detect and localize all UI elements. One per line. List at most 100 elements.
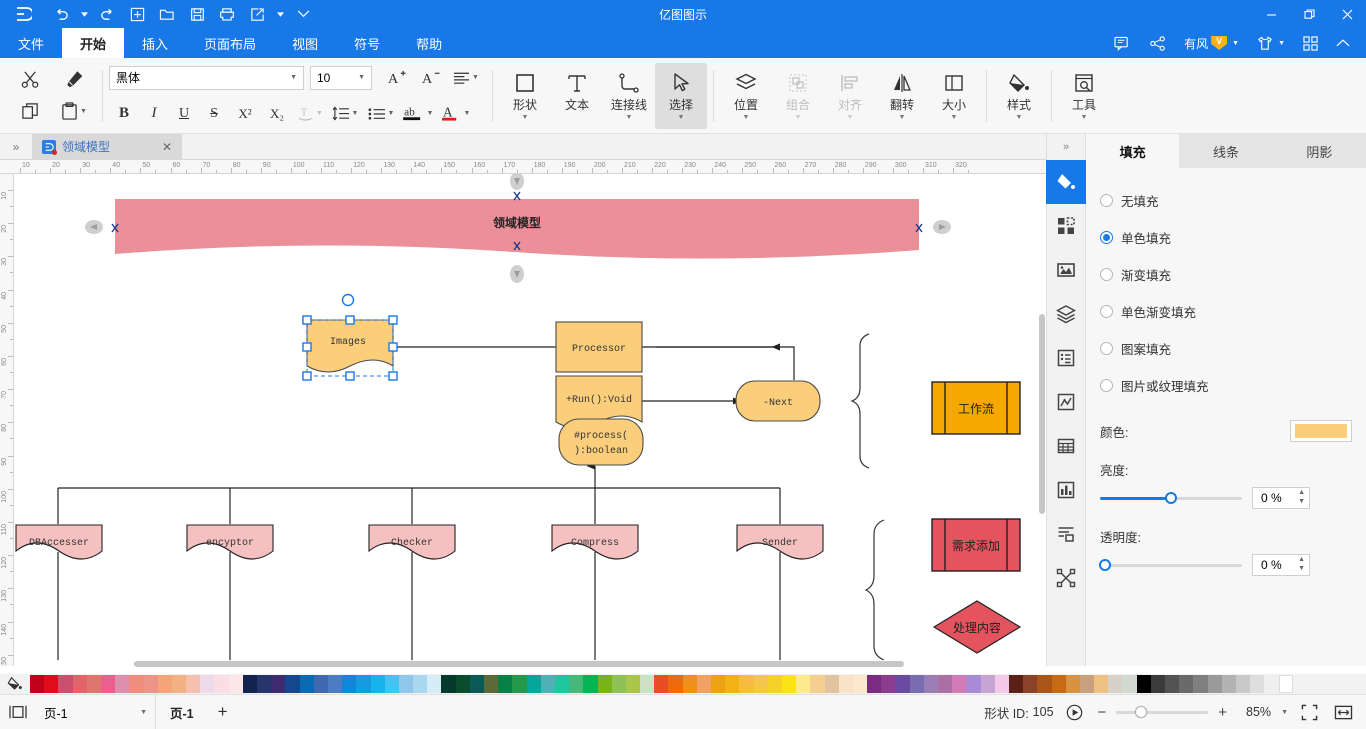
palette-swatch[interactable]	[370, 675, 385, 693]
workflow-node[interactable]: 工作流	[931, 381, 1021, 435]
palette-swatch[interactable]	[923, 675, 938, 693]
palette-swatch[interactable]	[271, 675, 286, 693]
page-tab-1[interactable]: 页-1	[156, 703, 208, 722]
requirement-add-node[interactable]: 需求添加	[931, 518, 1021, 572]
palette-swatch[interactable]	[569, 675, 584, 693]
palette-swatch[interactable]	[512, 675, 527, 693]
underline-button[interactable]: U	[169, 98, 199, 130]
page-select-dropdown[interactable]: 页-1 ▼	[36, 694, 156, 729]
process-content-node[interactable]: 处理内容	[932, 600, 1022, 654]
superscript-button[interactable]: X²	[229, 98, 261, 130]
palette-swatch[interactable]	[100, 675, 116, 693]
open-button[interactable]	[152, 0, 182, 28]
spin-up-icon[interactable]: ▲	[1298, 489, 1305, 496]
menu-item-view[interactable]: 视图	[274, 28, 336, 58]
palette-swatch[interactable]	[441, 675, 456, 693]
size-tool[interactable]: 大小 ▼	[928, 63, 980, 129]
tab-fill[interactable]: 填充	[1086, 134, 1180, 168]
palette-swatch[interactable]	[597, 675, 612, 693]
palette-swatch[interactable]	[796, 675, 811, 693]
redo-button[interactable]	[92, 0, 122, 28]
menu-item-help[interactable]: 帮助	[398, 28, 460, 58]
canvas-vertical-scrollbar[interactable]	[1038, 174, 1046, 666]
palette-swatch[interactable]	[852, 675, 868, 693]
connector-tool[interactable]: 连接线 ▼	[603, 63, 655, 129]
undo-dropdown-caret[interactable]	[76, 0, 92, 28]
palette-swatch[interactable]	[540, 675, 555, 693]
palette-swatch[interactable]	[214, 675, 229, 693]
fit-page-icon[interactable]	[1296, 695, 1322, 729]
palette-swatch[interactable]	[980, 675, 995, 693]
fill-option-pattern[interactable]: 图案填充	[1100, 330, 1366, 367]
diagram-canvas[interactable]: 领域模型 Images Processor +Run():Void #proce…	[14, 174, 1046, 666]
style-tool[interactable]: 样式 ▼	[993, 63, 1045, 129]
ab-highlight-icon[interactable]: ab ▼	[399, 98, 437, 130]
align-tool[interactable]: 对齐 ▼	[824, 63, 876, 129]
palette-swatch[interactable]	[1094, 675, 1109, 693]
quick-shapes-icon[interactable]	[1046, 204, 1086, 248]
share-icon[interactable]	[1141, 28, 1174, 58]
palette-swatch[interactable]	[711, 675, 726, 693]
palette-swatch[interactable]	[143, 675, 158, 693]
palette-swatch[interactable]	[469, 675, 484, 693]
palette-swatch[interactable]	[285, 675, 300, 693]
zoom-in-button[interactable]: +	[1216, 704, 1229, 721]
palette-swatch[interactable]	[1108, 675, 1123, 693]
palette-swatch[interactable]	[1008, 675, 1024, 693]
palette-swatch[interactable]	[1122, 675, 1137, 693]
distribute-nodes-icon[interactable]	[1046, 556, 1086, 600]
process-method-node[interactable]: #process( ):boolean	[558, 418, 644, 466]
fill-option-gradient[interactable]: 渐变填充	[1100, 256, 1366, 293]
palette-swatch[interactable]	[30, 675, 45, 693]
bold-button[interactable]: B	[109, 98, 139, 130]
palette-swatch[interactable]	[881, 675, 896, 693]
menu-item-file[interactable]: 文件	[0, 28, 62, 58]
group-tool[interactable]: 组合 ▼	[772, 63, 824, 129]
export-dropdown-caret[interactable]	[272, 0, 288, 28]
fill-color-picker[interactable]	[1290, 420, 1352, 442]
zoom-out-button[interactable]: −	[1096, 704, 1109, 721]
palette-swatch[interactable]	[200, 675, 215, 693]
chevron-double-right-icon[interactable]: »	[0, 134, 32, 159]
fill-option-none[interactable]: 无填充	[1100, 182, 1366, 219]
canvas-horizontal-scrollbar[interactable]	[14, 660, 1038, 668]
menu-item-page-layout[interactable]: 页面布局	[186, 28, 274, 58]
vertical-ruler[interactable]: 10 20 30 40 50 60 70 80 90 100 110 120 130 140 150	[0, 174, 14, 666]
feedback-icon[interactable]	[1106, 28, 1139, 58]
apps-grid-icon[interactable]	[1295, 28, 1326, 58]
palette-swatch[interactable]	[838, 675, 853, 693]
palette-swatch[interactable]	[157, 675, 172, 693]
palette-swatch[interactable]	[966, 675, 981, 693]
palette-swatch[interactable]	[753, 675, 768, 693]
customize-quick-access-button[interactable]	[288, 0, 318, 28]
opacity-spinner-arrows[interactable]: ▲ ▼	[1298, 556, 1305, 572]
palette-swatch[interactable]	[895, 675, 910, 693]
account-button[interactable]: 有风 V ▼	[1176, 28, 1247, 58]
spin-up-icon-2[interactable]: ▲	[1298, 556, 1305, 563]
dbaccesser-node[interactable]: DBAccesser	[15, 524, 103, 560]
palette-swatch[interactable]	[781, 675, 797, 693]
picture-icon[interactable]	[1046, 248, 1086, 292]
fill-option-solid[interactable]: 单色填充	[1100, 219, 1366, 256]
chart-line-icon[interactable]	[1046, 380, 1086, 424]
palette-swatch[interactable]	[327, 675, 343, 693]
brightness-slider[interactable]	[1100, 491, 1242, 505]
palette-swatch[interactable]	[1079, 675, 1095, 693]
brightness-knob[interactable]	[1165, 492, 1177, 504]
opacity-spinner[interactable]: 0 % ▲ ▼	[1252, 554, 1310, 576]
palette-swatch[interactable]	[526, 675, 541, 693]
palette-paint-bucket-icon[interactable]	[0, 674, 30, 694]
palette-swatch[interactable]	[1136, 675, 1151, 693]
horizontal-ruler[interactable]: 10 20 30 40 50 60 70 80 90 100 110 120 130 140 150 160 1…	[0, 160, 1046, 174]
palette-swatch[interactable]	[498, 675, 513, 693]
menu-item-insert[interactable]: 插入	[124, 28, 186, 58]
palette-swatch[interactable]	[186, 675, 201, 693]
document-tab[interactable]: 领域模型 ✕	[32, 134, 182, 159]
text-tool[interactable]: 文本 ▼	[551, 63, 603, 129]
banner-shape[interactable]: 领域模型	[115, 199, 919, 259]
palette-swatch[interactable]	[1278, 675, 1293, 693]
images-node[interactable]: Images	[306, 319, 394, 373]
palette-swatch[interactable]	[313, 675, 328, 693]
theme-button[interactable]: ▼	[1249, 28, 1293, 58]
export-share-button[interactable]	[242, 0, 272, 28]
